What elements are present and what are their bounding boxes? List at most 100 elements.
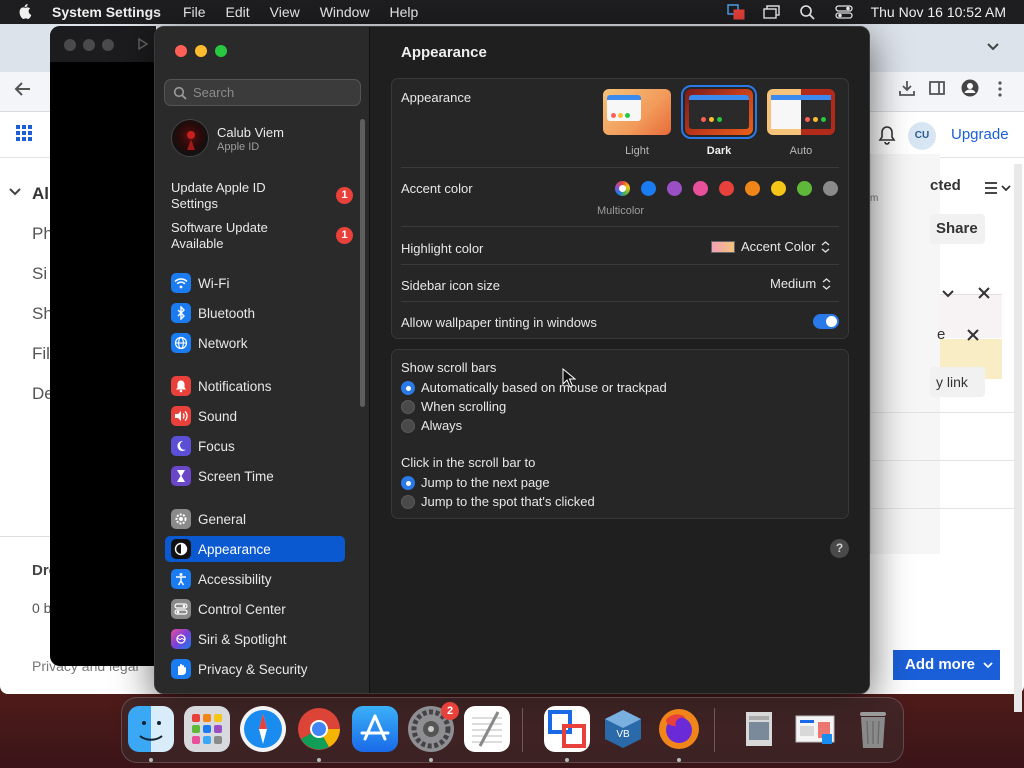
apple-id-account[interactable]: Calub Viem Apple ID (171, 119, 351, 161)
copy-link-button[interactable]: y link (930, 367, 985, 397)
preview-icon[interactable] (736, 706, 782, 752)
show-scroll-bars-label: Show scroll bars (401, 360, 497, 375)
accent-swatch-red[interactable] (719, 181, 734, 196)
highlight-value: Accent Color (741, 239, 816, 254)
accent-swatch-purple[interactable] (667, 181, 682, 196)
sidebar-item-notifications[interactable]: Notifications (165, 373, 345, 399)
sidebar-item-general[interactable]: General (165, 506, 345, 532)
sidebar-scrollbar[interactable] (360, 119, 365, 407)
accent-swatch-yellow[interactable] (771, 181, 786, 196)
radio-scroll-when-scrolling[interactable]: When scrolling (401, 399, 506, 414)
firefox-icon[interactable] (656, 706, 702, 752)
page-title: Appearance (401, 44, 487, 61)
accent-swatch-multicolor[interactable] (615, 181, 630, 196)
menu-view[interactable]: View (270, 4, 300, 20)
sidebar-item-control-center[interactable]: Control Center (165, 596, 345, 622)
sidebar-item-siri-spotlight[interactable]: Siri & Spotlight (165, 626, 345, 652)
safari-icon[interactable] (240, 706, 286, 752)
window-close-button[interactable] (175, 45, 187, 57)
highlight-color-popup[interactable]: Accent Color (711, 239, 831, 254)
traffic-light-zoom[interactable] (102, 39, 114, 51)
menu-edit[interactable]: Edit (226, 4, 250, 20)
upgrade-link[interactable]: Upgrade (951, 126, 1009, 143)
theme-option-dark[interactable]: Dark (681, 85, 757, 157)
sidebar-panel-icon[interactable] (929, 80, 945, 96)
radio-scroll-always[interactable]: Always (401, 418, 462, 433)
profile-icon[interactable] (961, 79, 979, 97)
download-icon[interactable] (898, 79, 916, 97)
add-more-button[interactable]: Add more (893, 650, 1000, 680)
documents-stack-icon[interactable] (792, 706, 838, 752)
chevron-down-icon[interactable] (986, 42, 1000, 52)
sidebar-item-software-update[interactable]: Software Update Available (171, 220, 361, 252)
window-minimize-button[interactable] (195, 45, 207, 57)
traffic-light-minimize[interactable] (83, 39, 95, 51)
remote-desktop-icon[interactable] (544, 706, 590, 752)
icon-size-popup[interactable]: Medium (770, 276, 832, 291)
sidebar-item-bluetooth[interactable]: Bluetooth (165, 300, 345, 326)
app-grid-icon[interactable] (16, 125, 32, 141)
theme-option-auto[interactable]: Auto (766, 89, 836, 157)
sidebar-item-screen-time[interactable]: Screen Time (165, 463, 345, 489)
radio-label: Jump to the spot that's clicked (421, 494, 595, 509)
help-button[interactable]: ? (830, 539, 849, 558)
play-icon[interactable] (138, 38, 148, 50)
app-store-icon[interactable] (352, 706, 398, 752)
chevron-down-icon[interactable] (941, 289, 955, 299)
sidebar-item-update-apple-id[interactable]: Update Apple ID Settings (171, 180, 361, 212)
menu-window[interactable]: Window (320, 4, 370, 20)
finder-icon[interactable] (128, 706, 174, 752)
accent-swatch-green[interactable] (797, 181, 812, 196)
notice-label: Update Apple ID Settings (171, 180, 266, 211)
radio-jump-to-spot[interactable]: Jump to the spot that's clicked (401, 494, 595, 509)
wallpaper-tinting-toggle[interactable] (813, 314, 839, 329)
chrome-icon[interactable] (296, 706, 342, 752)
launchpad-icon[interactable] (184, 706, 230, 752)
menu-file[interactable]: File (183, 4, 206, 20)
notification-bell-icon[interactable] (878, 125, 896, 145)
chevron-down-icon[interactable] (8, 187, 22, 197)
sidebar-search-field[interactable] (164, 79, 361, 106)
close-icon[interactable] (977, 286, 991, 300)
accent-swatch-graphite[interactable] (823, 181, 838, 196)
appearance-pane: Appearance Appearance Light Dark Auto Ac… (371, 27, 869, 693)
more-options-icon[interactable] (997, 81, 1003, 97)
sidebar-item-sound[interactable]: Sound (165, 403, 345, 429)
app-name-menu[interactable]: System Settings (52, 4, 161, 20)
window-zoom-button[interactable] (215, 45, 227, 57)
sidebar-item-accessibility[interactable]: Accessibility (165, 566, 345, 592)
dock-separator (522, 708, 523, 752)
sidebar-item-wifi[interactable]: Wi-Fi (165, 270, 345, 296)
back-arrow-icon[interactable] (14, 81, 32, 97)
accent-swatch-orange[interactable] (745, 181, 760, 196)
accent-swatch-pink[interactable] (693, 181, 708, 196)
sidebar-item-appearance[interactable]: Appearance (165, 536, 345, 562)
search-input[interactable] (193, 85, 353, 100)
virtualbox-icon[interactable]: VB (600, 706, 646, 752)
sidebar-item-network[interactable]: Network (165, 330, 345, 356)
account-initials-badge[interactable]: CU (908, 122, 936, 150)
sidebar-item-focus[interactable]: Focus (165, 433, 345, 459)
traffic-light-close[interactable] (64, 39, 76, 51)
bg-scrollbar[interactable] (1014, 164, 1022, 712)
menu-clock[interactable]: Thu Nov 16 10:52 AM (871, 4, 1006, 20)
control-center-icon[interactable] (834, 4, 853, 20)
theme-option-light[interactable]: Light (602, 89, 672, 157)
radio-scroll-automatic[interactable]: Automatically based on mouse or trackpad (401, 380, 667, 395)
radio-jump-next-page[interactable]: Jump to the next page (401, 475, 550, 490)
share-button[interactable]: Share (930, 214, 985, 244)
apple-menu-icon[interactable] (18, 4, 34, 20)
accent-swatch-blue[interactable] (641, 181, 656, 196)
screen-share-icon[interactable] (726, 4, 745, 20)
spotlight-search-icon[interactable] (799, 4, 817, 20)
sidebar-item-label: Control Center (198, 601, 286, 617)
list-menu-icon[interactable] (984, 182, 1012, 194)
sidebar-item-privacy-security[interactable]: Privacy & Security (165, 656, 345, 682)
window-stack-icon[interactable] (762, 4, 781, 20)
control-center-icon (171, 599, 191, 619)
menu-help[interactable]: Help (390, 4, 419, 20)
highlight-swatch (711, 240, 735, 253)
close-icon[interactable] (966, 328, 980, 342)
textedit-icon[interactable] (464, 706, 510, 752)
trash-icon[interactable] (850, 706, 896, 752)
